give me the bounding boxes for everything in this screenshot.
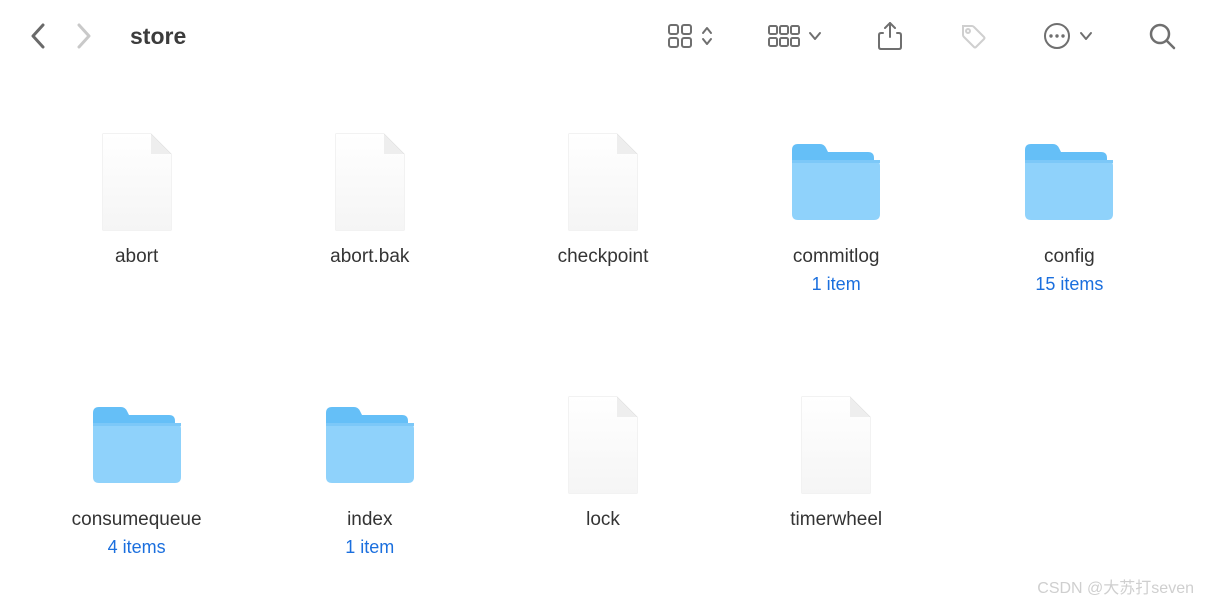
item-meta: 15 items [1035, 274, 1103, 295]
file-icon [320, 132, 420, 232]
chevron-updown-icon [701, 25, 713, 47]
item-timerwheel[interactable]: timerwheel [730, 395, 943, 558]
folder-icon [1019, 132, 1119, 232]
more-button[interactable] [1043, 22, 1093, 50]
chevron-down-icon [808, 31, 822, 41]
list-grid-icon [768, 24, 800, 48]
item-label: config [1044, 246, 1095, 268]
folder-icon [87, 395, 187, 495]
item-abort[interactable]: abort [30, 132, 243, 295]
toolbar: store [0, 0, 1206, 72]
item-checkpoint[interactable]: checkpoint [496, 132, 709, 295]
search-icon [1148, 22, 1176, 50]
item-meta: 4 items [108, 537, 166, 558]
file-icon [553, 132, 653, 232]
file-icon [553, 395, 653, 495]
share-button[interactable] [877, 21, 903, 51]
grid-icon [667, 23, 693, 49]
tag-icon [958, 21, 988, 51]
item-label: commitlog [793, 246, 880, 268]
item-label: index [347, 509, 392, 531]
item-label: abort.bak [330, 246, 409, 268]
item-label: checkpoint [558, 246, 649, 268]
item-label: timerwheel [790, 509, 882, 531]
item-label: lock [586, 509, 620, 531]
watermark: CSDN @大苏打seven [1037, 574, 1194, 598]
item-config[interactable]: config 15 items [963, 132, 1176, 295]
nav-buttons [30, 23, 92, 49]
chevron-down-icon [1079, 31, 1093, 41]
group-button[interactable] [768, 24, 822, 48]
item-lock[interactable]: lock [496, 395, 709, 558]
item-label: abort [115, 246, 158, 268]
item-meta: 1 item [812, 274, 861, 295]
item-index[interactable]: index 1 item [263, 395, 476, 558]
item-label: consumequeue [72, 509, 202, 531]
folder-title: store [130, 23, 186, 50]
item-consumequeue[interactable]: consumequeue 4 items [30, 395, 243, 558]
folder-icon [320, 395, 420, 495]
search-button[interactable] [1148, 22, 1176, 50]
ellipsis-circle-icon [1043, 22, 1071, 50]
toolbar-controls [667, 21, 1176, 51]
view-icons-button[interactable] [667, 23, 713, 49]
tags-button[interactable] [958, 21, 988, 51]
content-grid: abort abort.bak checkpoint commitlog 1 i… [0, 72, 1206, 578]
share-icon [877, 21, 903, 51]
item-meta: 1 item [345, 537, 394, 558]
file-icon [87, 132, 187, 232]
item-commitlog[interactable]: commitlog 1 item [730, 132, 943, 295]
folder-icon [786, 132, 886, 232]
forward-button[interactable] [76, 23, 92, 49]
item-abort-bak[interactable]: abort.bak [263, 132, 476, 295]
file-icon [786, 395, 886, 495]
back-button[interactable] [30, 23, 46, 49]
